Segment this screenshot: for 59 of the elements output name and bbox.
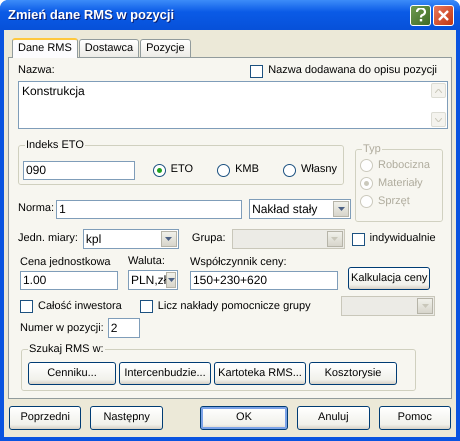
- help-button[interactable]: [410, 4, 431, 26]
- search-button[interactable]: Kartoteka RMS...: [214, 362, 306, 386]
- dialog-button[interactable]: Pomoc: [378, 406, 451, 430]
- dialog-button[interactable]: Anuluj: [297, 406, 370, 430]
- radio-button[interactable]: [217, 164, 230, 176]
- checkbox-label[interactable]: Całość inwestora: [38, 300, 122, 313]
- question-mark-icon: [416, 8, 426, 22]
- field-label: Grupa:: [192, 232, 226, 246]
- field-label: Numer w pozycji:: [20, 322, 104, 335]
- caret-icon: [166, 272, 176, 288]
- caret-icon: [160, 231, 177, 247]
- radio-button[interactable]: [152, 164, 166, 176]
- calculate-price-button[interactable]: Kalkulacja ceny: [348, 267, 430, 290]
- dialog-button[interactable]: OK: [200, 406, 288, 430]
- close-icon: [438, 10, 449, 20]
- caret-icon: [417, 298, 433, 314]
- search-button[interactable]: Kosztorysie: [309, 362, 397, 386]
- group-legend: Typ: [362, 143, 382, 156]
- mode-dropdown[interactable]: Nakład stały: [249, 199, 352, 219]
- checkbox[interactable]: [250, 64, 264, 78]
- radio-button[interactable]: [282, 164, 296, 176]
- checkbox[interactable]: [352, 232, 365, 246]
- field-label: Waluta:: [128, 255, 166, 268]
- radio-label: Robocizna: [378, 159, 430, 172]
- radio-label: Sprzęt: [378, 195, 410, 209]
- checkbox-label[interactable]: Licz nakłady pomocnicze grupy: [158, 300, 311, 313]
- radio-label: Materiały: [378, 177, 423, 190]
- field-label: Jedn. miary:: [18, 232, 78, 246]
- checkbox-label[interactable]: indywidualnie: [370, 232, 436, 246]
- field-label: Cena jednostkowa: [20, 256, 112, 270]
- currency-dropdown[interactable]: PLN,zł: [128, 270, 178, 290]
- dialog-button[interactable]: Poprzedni: [9, 406, 82, 430]
- unit-dropdown[interactable]: kpl: [82, 229, 179, 249]
- checkbox-label[interactable]: Nazwa dodawana do opisu pozycji: [268, 64, 437, 78]
- tab[interactable]: Pozycje: [140, 39, 191, 57]
- tab[interactable]: Dostawca: [78, 39, 140, 57]
- search-button[interactable]: Intercenbudzie...: [119, 362, 211, 386]
- field-label: Współczynnik ceny:: [190, 256, 288, 270]
- tab[interactable]: Dane RMS: [12, 38, 78, 58]
- number-field[interactable]: 2: [108, 318, 140, 338]
- checkbox[interactable]: [20, 300, 33, 313]
- factor-field[interactable]: 150+230+620: [190, 271, 338, 290]
- radio-label[interactable]: Własny: [300, 163, 337, 177]
- radio-label[interactable]: KMB: [235, 163, 259, 177]
- field-label: Nazwa:: [18, 64, 55, 78]
- window-title: Zmień dane RMS w pozycji: [8, 7, 176, 23]
- search-button[interactable]: Cenniku...: [28, 362, 116, 386]
- dialog-button[interactable]: Następny: [90, 406, 163, 430]
- field-label: Norma:: [18, 202, 54, 216]
- checkbox[interactable]: [140, 300, 153, 313]
- norma-field[interactable]: 1: [56, 200, 242, 218]
- index-field[interactable]: 090: [23, 160, 135, 180]
- caret-icon: [333, 201, 350, 217]
- caret-icon: [326, 231, 343, 247]
- name-field[interactable]: Konstrukcja: [18, 81, 448, 129]
- price-field[interactable]: 1.00: [20, 271, 118, 290]
- group-legend: Szukaj RMS w:: [28, 343, 105, 356]
- radio-label[interactable]: ETO: [170, 163, 194, 177]
- close-button[interactable]: [433, 4, 454, 26]
